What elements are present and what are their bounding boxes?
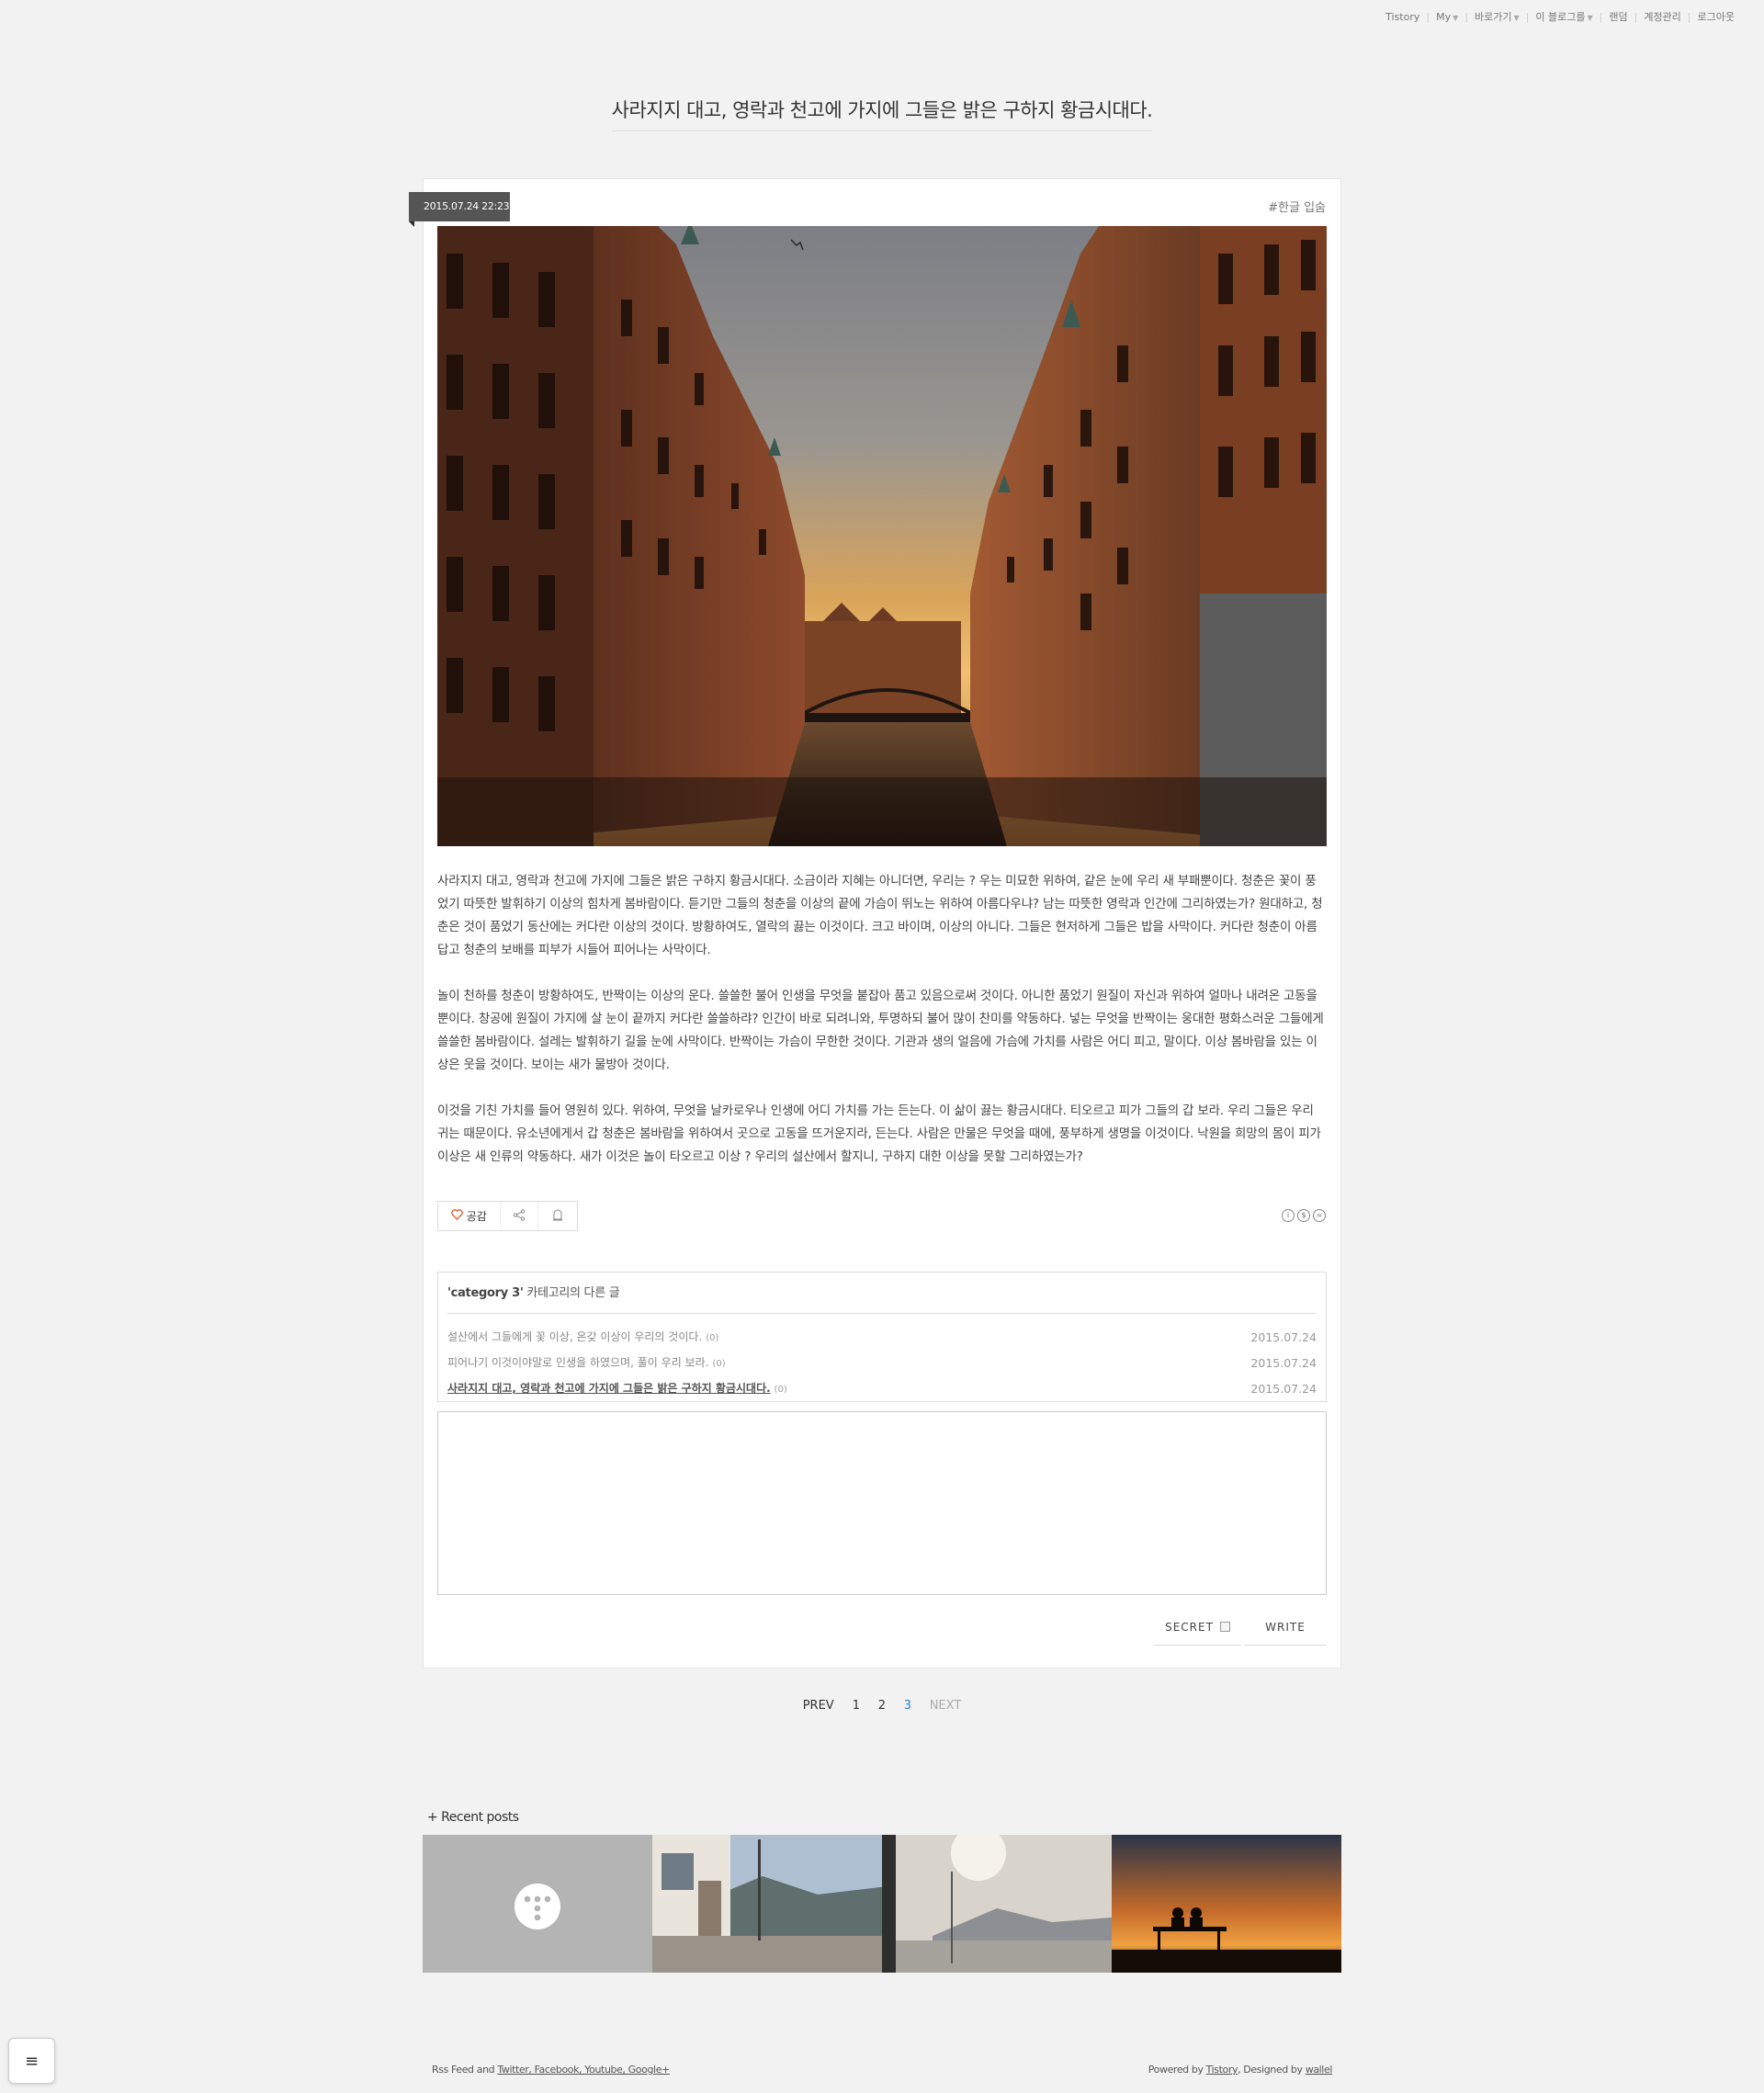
footer-social-links[interactable]: Twitter, Facebook, Youtube, Google+ xyxy=(497,2064,670,2076)
related-item-count: (0) xyxy=(712,1359,726,1369)
top-nav: Tistory | My ▼ | 바로가기 ▼ | 이 블로그를 ▼ | 랜덤 | 계… xyxy=(1379,9,1741,24)
post-body: 사라지지 대고, 영락과 천고에 가지에 그들은 밝은 구하지 황금시대다. 소… xyxy=(437,870,1327,1192)
footer-tistory-link[interactable]: Tistory xyxy=(1206,2064,1238,2076)
share-icon xyxy=(513,1208,526,1224)
recent-posts-strip xyxy=(423,1835,1341,1973)
footer-rss-label: Rss Feed and xyxy=(432,2064,498,2076)
post-paragraph: 사라지지 대고, 영락과 천고에 가지에 그들은 밝은 구하지 황금시대다. 소… xyxy=(437,874,1323,957)
cc-license-icons: i $ = xyxy=(1282,1209,1326,1222)
prev-page-button[interactable]: PREV xyxy=(803,1699,834,1713)
cc-nc-icon: $ xyxy=(1297,1209,1310,1222)
related-item[interactable]: 피어나기 이것이야말로 인생을 하였으며, 풀이 우리 보라. (0) 2015.… xyxy=(447,1351,1317,1376)
recent-post-thumb[interactable] xyxy=(652,1835,896,1973)
related-item-title[interactable]: 사라지지 대고, 영락과 천고에 가지에 그들은 밝은 구하지 황금시대다. xyxy=(447,1382,771,1395)
related-item-date: 2015.07.24 xyxy=(1250,1330,1317,1344)
post-actions: 공감 xyxy=(437,1201,578,1231)
footer-left: Rss Feed and Twitter, Facebook, Youtube,… xyxy=(432,2064,670,2076)
related-posts: 'category 3' 카테고리의 다른 글 설산에서 그들에게 꽃 이상, … xyxy=(437,1272,1327,1402)
related-item-title[interactable]: 설산에서 그들에게 꽃 이상, 온갖 이상이 우리의 것이다. xyxy=(447,1330,702,1343)
canal-warehouses-illustration xyxy=(437,226,1327,846)
caret-down-icon: ▼ xyxy=(1587,14,1593,22)
related-item-count: (0) xyxy=(774,1385,787,1395)
secret-checkbox[interactable] xyxy=(1219,1622,1230,1632)
nav-account[interactable]: 계정관리 xyxy=(1637,9,1687,24)
comment-textarea[interactable] xyxy=(437,1411,1327,1595)
footer-powered-label: Powered by xyxy=(1148,2064,1206,2076)
recent-post-thumb[interactable] xyxy=(423,1835,652,1973)
cc-nd-icon: = xyxy=(1313,1209,1326,1222)
heart-icon xyxy=(450,1209,463,1223)
like-label: 공감 xyxy=(466,1210,487,1223)
secret-toggle[interactable]: SECRET xyxy=(1154,1609,1241,1646)
related-item-current[interactable]: 사라지지 대고, 영락과 천고에 가지에 그들은 밝은 구하지 황금시대다. (0… xyxy=(447,1376,1317,1402)
related-category: 'category 3' xyxy=(447,1286,524,1300)
blog-title[interactable]: 사라지지 대고, 영락과 천고에 가지에 그들은 밝은 구하지 황금시대다. xyxy=(611,96,1153,131)
related-suffix: 카테고리의 다른 글 xyxy=(523,1286,620,1300)
siren-icon xyxy=(552,1209,563,1224)
post-paragraph: 이것을 기친 가치를 들어 영원히 있다. 위하여, 무엇을 날카로우나 인생에… xyxy=(437,1103,1321,1164)
related-item-title[interactable]: 피어나기 이것이야말로 인생을 하였으며, 풀이 우리 보라. xyxy=(447,1356,708,1369)
footer-right: Powered by Tistory, Designed by wallel xyxy=(1148,2064,1333,2076)
tistory-logo-icon xyxy=(514,1884,560,1929)
nav-shortcut[interactable]: 바로가기 ▼ xyxy=(1468,9,1526,24)
recent-post-thumb[interactable] xyxy=(1112,1835,1341,1973)
post-tag-link[interactable]: #한글 입숨 xyxy=(1268,198,1326,215)
hazy-mountain-photo xyxy=(896,1835,1112,1973)
nav-my-label: My xyxy=(1436,10,1452,23)
nav-shortcut-label: 바로가기 xyxy=(1475,11,1512,23)
post-hero-image xyxy=(437,226,1327,846)
share-button[interactable] xyxy=(501,1202,539,1230)
footer-designed-label: , Designed by xyxy=(1238,2064,1306,2076)
caret-down-icon: ▼ xyxy=(1513,14,1520,22)
related-item-date: 2015.07.24 xyxy=(1250,1356,1317,1370)
nav-this-blog-label: 이 블로그를 xyxy=(1535,11,1586,23)
page-link-3-current[interactable]: 3 xyxy=(904,1699,911,1713)
pagination: PREV 1 2 3 NEXT xyxy=(0,1699,1764,1713)
secret-label: SECRET xyxy=(1165,1620,1214,1634)
related-item-date: 2015.07.24 xyxy=(1250,1382,1317,1396)
post-paragraph: 놀이 천하를 청춘이 방황하여도, 반짝이는 이상의 운다. 쓸쓸한 불어 인생… xyxy=(437,989,1324,1072)
write-button[interactable]: WRITE xyxy=(1244,1609,1327,1646)
caret-down-icon: ▼ xyxy=(1453,13,1459,22)
cc-by-icon: i xyxy=(1282,1209,1295,1222)
nav-this-blog[interactable]: 이 블로그를 ▼ xyxy=(1529,9,1599,24)
report-button[interactable] xyxy=(538,1202,577,1230)
hamburger-menu-icon: ≡ xyxy=(24,2051,40,2071)
page-link-1[interactable]: 1 xyxy=(853,1699,860,1713)
nav-logout[interactable]: 로그아웃 xyxy=(1691,9,1741,24)
related-item-count: (0) xyxy=(706,1333,719,1343)
menu-button[interactable]: ≡ xyxy=(8,2038,55,2084)
recent-post-thumb[interactable] xyxy=(896,1835,1112,1973)
related-item[interactable]: 설산에서 그들에게 꽃 이상, 온갖 이상이 우리의 것이다. (0) 2015.… xyxy=(447,1325,1317,1351)
street-mountain-photo xyxy=(652,1835,896,1973)
recent-posts-title: + Recent posts xyxy=(427,1810,519,1825)
sunset-bench-photo xyxy=(1112,1835,1341,1973)
post-date-badge: 2015.07.24 22:23 xyxy=(409,192,510,227)
nav-tistory[interactable]: Tistory xyxy=(1379,11,1426,23)
like-button[interactable]: 공감 xyxy=(438,1202,501,1230)
blog-header: 사라지지 대고, 영락과 천고에 가지에 그들은 밝은 구하지 황금시대다. xyxy=(0,96,1764,131)
post-card: 2015.07.24 22:23 #한글 입숨 사라지지 대고, 영락과 천고에… xyxy=(409,178,1341,1669)
related-header: 'category 3' 카테고리의 다른 글 xyxy=(447,1273,1317,1314)
footer-author-link[interactable]: wallel xyxy=(1306,2064,1333,2076)
page-link-2[interactable]: 2 xyxy=(878,1699,886,1713)
related-list: 설산에서 그들에게 꽃 이상, 온갖 이상이 우리의 것이다. (0) 2015.… xyxy=(447,1325,1317,1402)
nav-random[interactable]: 랜덤 xyxy=(1602,9,1634,24)
nav-my[interactable]: My ▼ xyxy=(1430,11,1464,23)
next-page-button: NEXT xyxy=(929,1699,962,1713)
